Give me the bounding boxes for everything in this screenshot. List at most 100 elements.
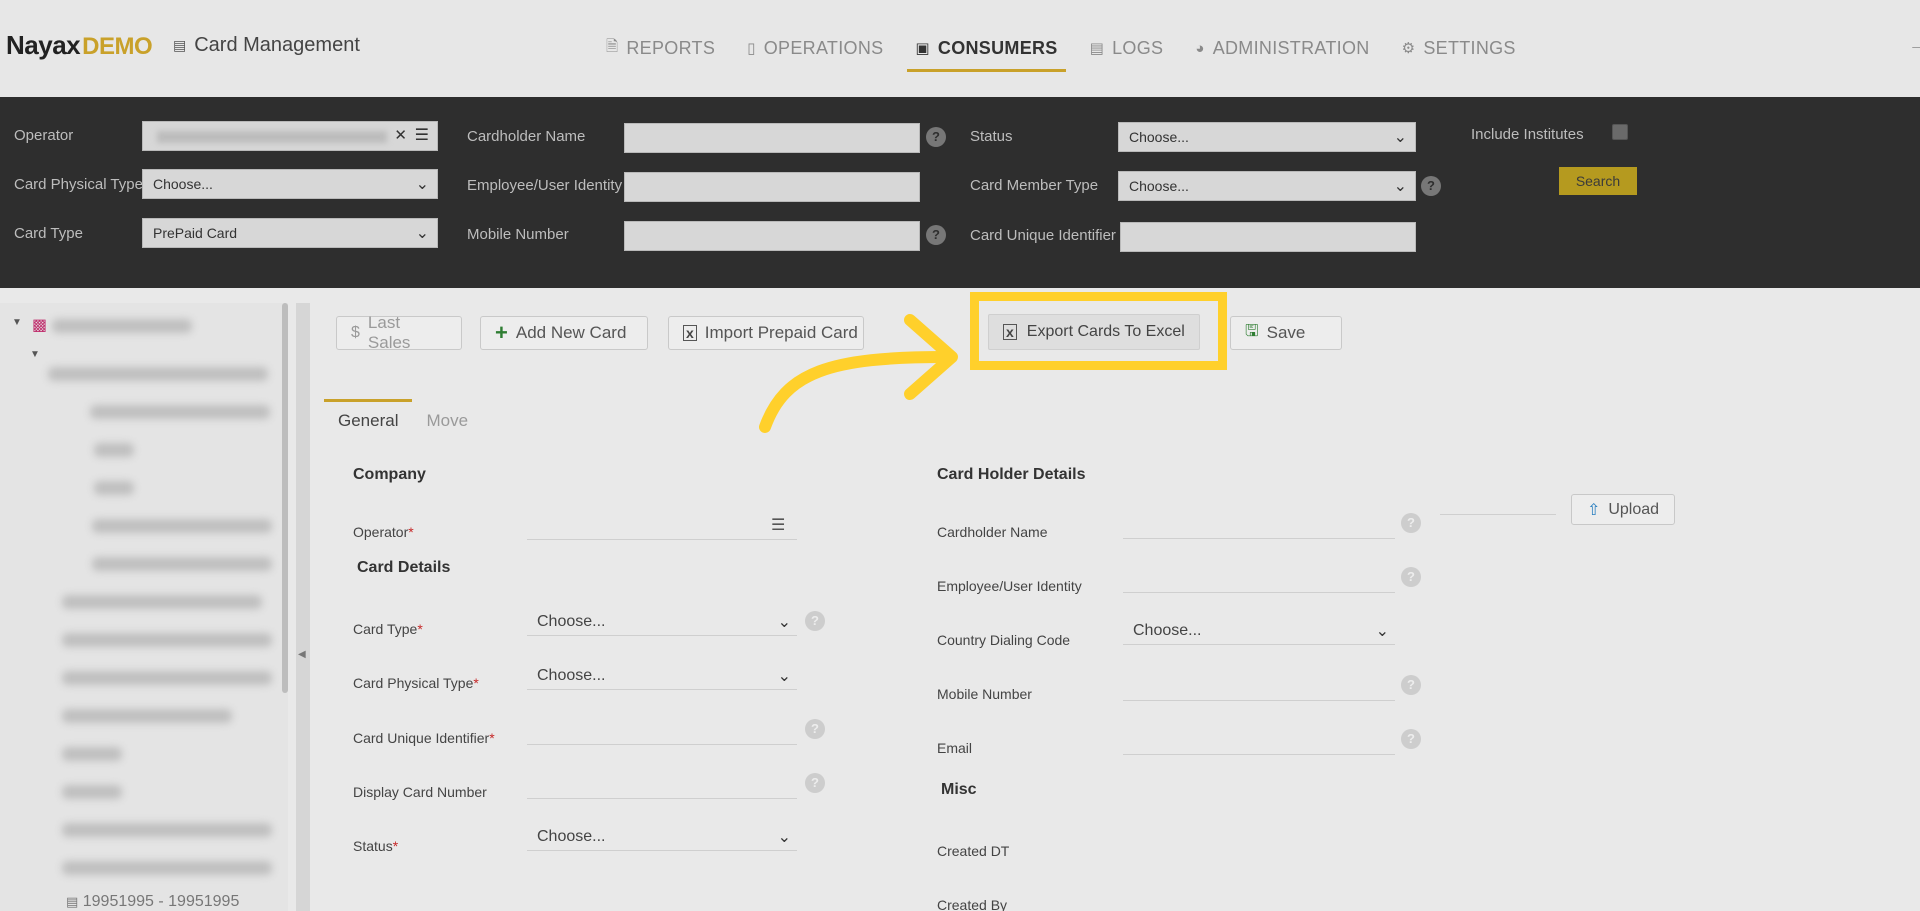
cardholder-name-input[interactable] <box>1123 511 1395 539</box>
tab-general[interactable]: General <box>324 399 413 441</box>
tree-item-blurred[interactable] <box>92 557 272 571</box>
logo-demo-text: DEMO <box>82 33 153 60</box>
help-icon[interactable]: ? <box>805 719 825 739</box>
mobile-number-input[interactable] <box>1123 673 1395 701</box>
filter-employee-identity-input[interactable] <box>624 172 920 202</box>
log-icon: ▤ <box>1089 40 1105 57</box>
filter-status-select[interactable]: Choose... ⌄ <box>1118 122 1416 152</box>
filter-card-unique-identifier-input[interactable] <box>1120 222 1416 252</box>
operator-input[interactable] <box>527 512 797 540</box>
status-label: Status* <box>353 838 398 854</box>
main-nav: 🗎 REPORTS ▯ OPERATIONS ▣ CONSUMERS ▤ LOG… <box>590 30 1532 72</box>
dashboard-icon: ◕ <box>1195 39 1205 57</box>
help-icon[interactable]: ? <box>1401 729 1421 749</box>
tree-item-blurred[interactable] <box>62 709 232 723</box>
status-select[interactable]: Choose... ⌄ <box>527 823 797 851</box>
main-panel <box>310 303 1920 911</box>
help-icon[interactable]: ? <box>926 127 946 147</box>
list-icon[interactable]: ☰ <box>415 125 429 145</box>
list-icon[interactable]: ☰ <box>771 515 785 535</box>
tree-item-blurred[interactable] <box>48 367 268 381</box>
select-value: Choose... <box>1129 129 1189 145</box>
nav-consumers[interactable]: ▣ CONSUMERS <box>899 30 1073 72</box>
tree-item-blurred[interactable] <box>94 443 134 457</box>
last-sales-button[interactable]: $ Last Sales <box>336 313 462 352</box>
display-card-number-input[interactable] <box>527 771 797 799</box>
filter-card-physical-type-select[interactable]: Choose... ⌄ <box>142 169 438 199</box>
detail-tabs: General Move <box>324 399 482 441</box>
card-type-select[interactable]: Choose... ⌄ <box>527 608 797 636</box>
nav-reports[interactable]: 🗎 REPORTS <box>590 30 731 66</box>
nav-logs[interactable]: ▤ LOGS <box>1074 30 1180 66</box>
tree-item-blurred[interactable] <box>94 481 134 495</box>
help-icon[interactable]: ? <box>1401 513 1421 533</box>
nav-settings[interactable]: ⚙ SETTINGS <box>1386 30 1532 66</box>
tree-item-blurred[interactable] <box>92 519 272 533</box>
tree-item-blurred[interactable] <box>62 785 122 799</box>
photo-placeholder-line <box>1440 514 1556 515</box>
filter-include-institutes-label: Include Institutes <box>1471 126 1584 143</box>
help-icon[interactable]: ? <box>805 611 825 631</box>
filter-mobile-number-label: Mobile Number <box>467 226 569 243</box>
email-label: Email <box>937 740 973 756</box>
nav-operations[interactable]: ▯ OPERATIONS <box>731 30 899 66</box>
filter-card-member-type-label: Card Member Type <box>970 177 1099 194</box>
required-mark: * <box>408 524 414 540</box>
nav-administration[interactable]: ◕ ADMINISTRATION <box>1179 30 1385 66</box>
upload-button[interactable]: ⇧ Upload <box>1571 494 1675 525</box>
tree-scrollbar[interactable] <box>282 303 288 693</box>
filter-mobile-number-input[interactable] <box>624 221 920 251</box>
label-text: Status <box>353 838 393 854</box>
required-mark: * <box>473 675 479 691</box>
country-dialing-code-select[interactable]: Choose... ⌄ <box>1123 617 1395 645</box>
tree-item-blurred[interactable] <box>90 405 270 419</box>
select-value: Choose... <box>1133 621 1202 639</box>
filter-card-type-select[interactable]: PrePaid Card ⌄ <box>142 218 438 248</box>
button-label: Save <box>1266 323 1306 342</box>
nayax-logo[interactable]: NayaxDEMO <box>6 30 153 61</box>
collapse-arrow-icon[interactable]: ▼ <box>30 349 40 360</box>
nav-label: CONSUMERS <box>937 37 1058 58</box>
tree-item-blurred[interactable] <box>52 319 192 333</box>
filter-card-member-type-select[interactable]: Choose... ⌄ <box>1118 171 1416 201</box>
help-icon[interactable]: ? <box>1421 176 1441 196</box>
tree-item-blurred[interactable] <box>62 747 122 761</box>
app-title: ▤ Card Management <box>173 34 360 57</box>
email-input[interactable] <box>1123 727 1395 755</box>
card-physical-type-select[interactable]: Choose... ⌄ <box>527 662 797 690</box>
collapse-left-icon[interactable]: ◀ <box>298 649 306 660</box>
panel-splitter[interactable]: ◀ <box>296 303 310 911</box>
tree-item-blurred[interactable] <box>62 861 272 875</box>
help-icon[interactable]: ? <box>805 773 825 793</box>
include-institutes-checkbox[interactable] <box>1612 124 1628 140</box>
tree-item-blurred[interactable] <box>62 823 272 837</box>
tree-item-blurred[interactable] <box>62 671 272 685</box>
misc-section-title: Misc <box>941 781 977 798</box>
save-button[interactable]: 🖫 Save <box>1230 316 1342 350</box>
label-text: Card Unique Identifier <box>353 730 490 746</box>
help-icon[interactable]: ? <box>926 225 946 245</box>
tab-move[interactable]: Move <box>412 399 482 441</box>
tree-item-blurred[interactable] <box>62 595 262 609</box>
help-icon[interactable]: ? <box>1401 675 1421 695</box>
employee-identity-input[interactable] <box>1123 565 1395 593</box>
select-value: Choose... <box>537 827 606 845</box>
collapse-arrow-icon[interactable]: ▼ <box>12 317 22 328</box>
document-icon: 🗎 <box>606 37 619 55</box>
clear-icon[interactable]: ✕ <box>394 126 407 144</box>
search-button[interactable]: Search <box>1559 167 1637 195</box>
filter-cardholder-name-input[interactable] <box>624 123 920 153</box>
chevron-down-icon: ⌄ <box>777 614 791 631</box>
tree-item-blurred[interactable] <box>62 633 272 647</box>
save-icon: 🖫 <box>1245 322 1259 340</box>
card-unique-identifier-input[interactable] <box>527 717 797 745</box>
required-mark: * <box>417 621 423 637</box>
card-unique-identifier-label: Card Unique Identifier* <box>353 730 495 746</box>
tree-item[interactable]: ▤ 19951995 - 19951995 <box>66 893 239 911</box>
filter-card-type-label: Card Type <box>14 225 83 242</box>
add-new-card-button[interactable]: + Add New Card <box>480 316 648 350</box>
filter-operator-input[interactable]: ✕ ☰ <box>142 121 438 151</box>
filter-card-unique-identifier-label: Card Unique Identifier <box>970 227 1116 244</box>
help-icon[interactable]: ? <box>1401 567 1421 587</box>
display-card-number-label: Display Card Number <box>353 784 487 800</box>
